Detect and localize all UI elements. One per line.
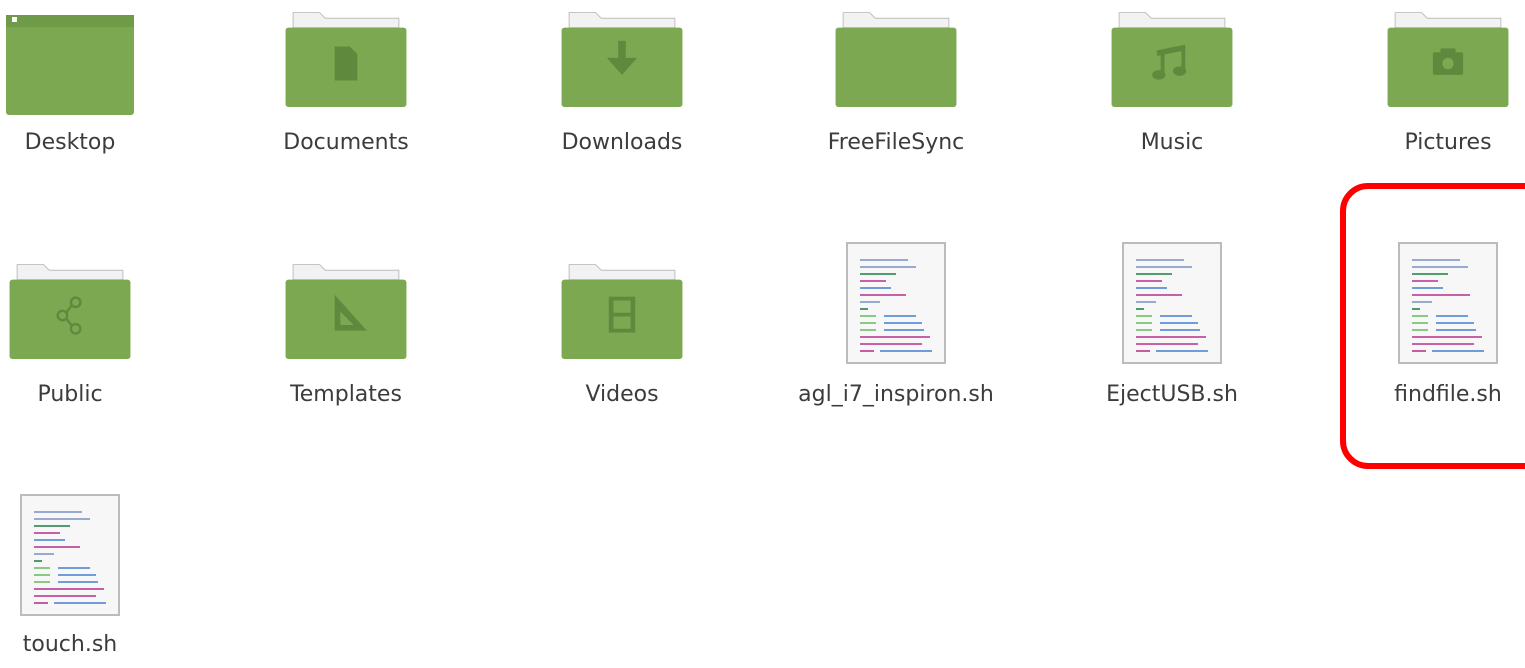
item-label: EjectUSB.sh — [1106, 382, 1238, 407]
downloads-folder-icon — [561, 12, 683, 107]
shell-script-icon — [1398, 242, 1498, 364]
downloads-folder[interactable]: Downloads — [522, 0, 722, 190]
templates-folder[interactable]: Templates — [246, 252, 446, 442]
ejectusb-script[interactable]: EjectUSB.sh — [1072, 0, 1272, 407]
shell-script-icon — [846, 242, 946, 364]
item-label: touch.sh — [22, 632, 118, 657]
item-label: Downloads — [561, 130, 683, 155]
templates-folder-icon — [285, 264, 407, 359]
documents-folder[interactable]: Documents — [246, 0, 446, 190]
touch-script[interactable]: touch.sh — [0, 0, 170, 657]
item-label: Public — [37, 382, 103, 407]
item-label: Templates — [290, 382, 402, 407]
documents-folder-icon — [285, 12, 407, 107]
agl-i7-inspiron-script[interactable]: agl_i7_inspiron.sh — [796, 0, 996, 407]
videos-folder-icon — [561, 264, 683, 359]
shell-script-icon — [1122, 242, 1222, 364]
videos-folder[interactable]: Videos — [522, 252, 722, 442]
findfile-script[interactable]: findfile.sh — [1348, 0, 1525, 407]
item-label: Videos — [585, 382, 659, 407]
item-label: agl_i7_inspiron.sh — [798, 382, 994, 407]
item-label: findfile.sh — [1394, 382, 1502, 407]
item-label: Documents — [283, 130, 409, 155]
shell-script-icon — [20, 494, 120, 616]
public-folder[interactable]: Public — [0, 252, 170, 442]
public-folder-icon — [9, 264, 131, 359]
